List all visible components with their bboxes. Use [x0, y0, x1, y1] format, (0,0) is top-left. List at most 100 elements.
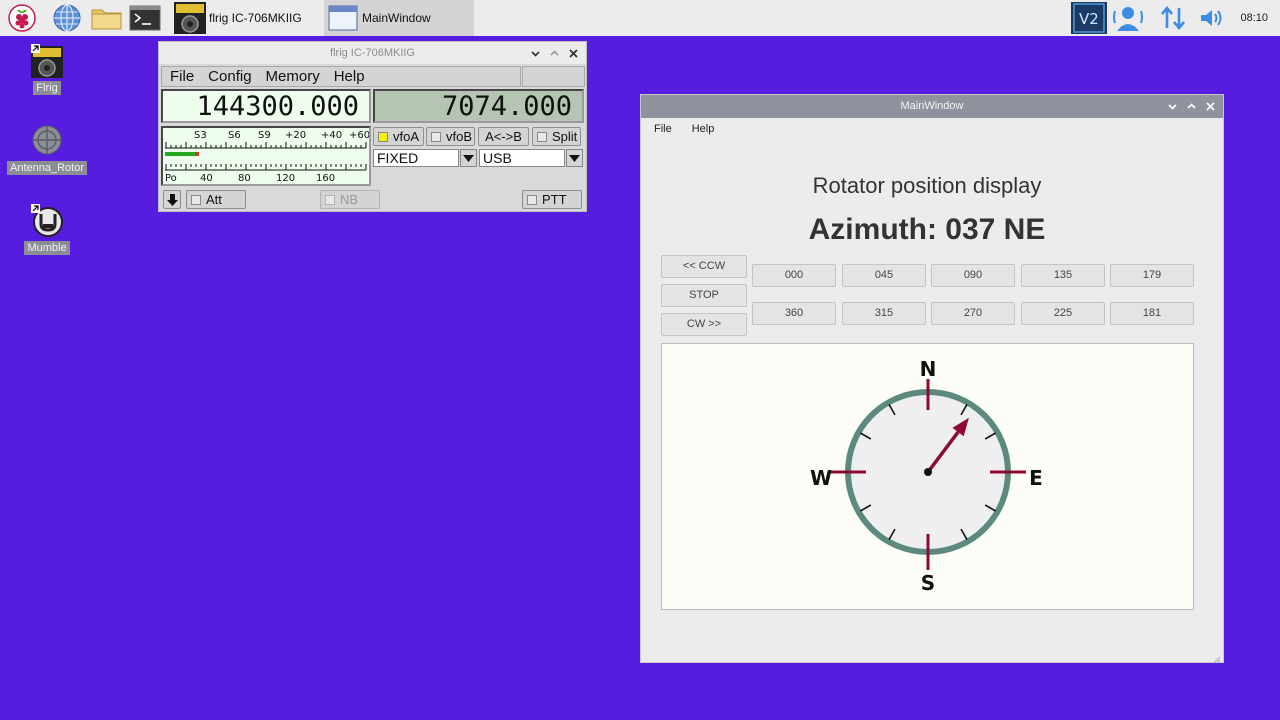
terminal-icon[interactable]: [129, 3, 161, 33]
taskbar-item-mainwindow[interactable]: MainWindow: [324, 0, 474, 36]
flrig-icon: [31, 44, 63, 78]
cardinal-label-w: W: [810, 466, 832, 490]
menu-help[interactable]: Help: [334, 68, 365, 85]
preset-181-button[interactable]: 181: [1110, 302, 1194, 325]
vfoa-label: vfoA: [393, 129, 420, 144]
preset-270-button[interactable]: 270: [931, 302, 1015, 325]
mainwindow-title: MainWindow: [900, 100, 964, 112]
a-to-b-button[interactable]: A<->B: [478, 127, 529, 146]
vnc-icon[interactable]: V2: [1071, 2, 1107, 34]
mumble-icon: [31, 204, 63, 237]
desktop-icon-mumble[interactable]: Mumble: [7, 204, 87, 255]
power-label-160: 160: [316, 173, 335, 184]
preset-135-button[interactable]: 135: [1021, 264, 1105, 287]
power-ticks: [165, 164, 367, 170]
resize-grip[interactable]: [1213, 652, 1221, 664]
taskbar-item-mainwindow-label: MainWindow: [362, 11, 431, 25]
desktop-icon-antenna-rotor-label: Antenna_Rotor: [7, 161, 87, 175]
nb-indicator: [325, 194, 335, 205]
nb-label: NB: [340, 192, 359, 207]
mainwindow-menubar: File Help: [641, 118, 1223, 140]
power-label-120: 120: [276, 173, 295, 184]
ptt-button[interactable]: PTT: [522, 190, 582, 209]
bluetooth-icon[interactable]: [1112, 2, 1144, 34]
page-title: Rotator position display: [812, 173, 1042, 198]
collapse-button[interactable]: [163, 190, 181, 209]
ccw-button[interactable]: << CCW: [661, 255, 747, 278]
close-button[interactable]: [1204, 100, 1217, 113]
svg-text:V2: V2: [1079, 10, 1099, 28]
preset-090-button[interactable]: 090: [931, 264, 1015, 287]
smeter-label-p60: +60: [349, 130, 369, 141]
power-label-80: 80: [238, 173, 251, 184]
nb-button[interactable]: NB: [320, 190, 380, 209]
smeter-peak-bar: [195, 152, 199, 156]
flrig-window: flrig IC-706MKIIG File Config Memory Hel…: [158, 41, 587, 212]
ptt-indicator: [527, 194, 537, 205]
desktop-icon-mumble-label: Mumble: [24, 241, 70, 255]
clock[interactable]: 08:10: [1240, 0, 1268, 36]
mode-select[interactable]: USB: [479, 149, 565, 167]
arrow-down-icon: [167, 193, 178, 206]
close-button[interactable]: [567, 47, 580, 60]
taskbar-item-flrig[interactable]: flrig IC-706MKIIG: [172, 0, 322, 36]
menu-file[interactable]: File: [654, 123, 672, 135]
preset-179-button[interactable]: 179: [1110, 264, 1194, 287]
flrig-title-bar[interactable]: flrig IC-706MKIIG: [159, 42, 586, 64]
menu-memory[interactable]: Memory: [266, 68, 320, 85]
preset-000-button[interactable]: 000: [752, 264, 836, 287]
azimuth-readout: Azimuth: 037 NE: [808, 213, 1046, 246]
menu-help[interactable]: Help: [692, 123, 715, 135]
att-button[interactable]: Att: [186, 190, 246, 209]
power-label-40: 40: [200, 173, 213, 184]
volume-icon[interactable]: [1197, 2, 1227, 34]
cardinal-label-e: E: [1029, 466, 1043, 490]
taskbar: flrig IC-706MKIIG MainWindow V2 08:10: [0, 0, 1280, 36]
bandwidth-dropdown-button[interactable]: [460, 149, 477, 167]
window-app-icon: [327, 2, 359, 34]
maximize-button[interactable]: [1185, 100, 1198, 113]
cw-button[interactable]: CW >>: [661, 313, 747, 336]
mainwindow-title-bar[interactable]: MainWindow: [641, 95, 1223, 118]
split-button[interactable]: Split: [532, 127, 581, 146]
flrig-window-title: flrig IC-706MKIIG: [330, 47, 415, 59]
desktop-icon-flrig[interactable]: Flrig: [7, 44, 87, 95]
vfoa-indicator: [378, 131, 388, 142]
mode-dropdown-button[interactable]: [566, 149, 583, 167]
flrig-menubar: File Config Memory Help: [161, 66, 521, 87]
crosshair-icon: [31, 124, 63, 156]
stop-button[interactable]: STOP: [661, 284, 747, 307]
vfo-b-frequency[interactable]: 7074.000: [373, 89, 584, 123]
taskbar-item-flrig-label: flrig IC-706MKIIG: [209, 11, 302, 25]
vfob-button[interactable]: vfoB: [426, 127, 475, 146]
compass-center: [924, 468, 932, 476]
bandwidth-select[interactable]: FIXED: [373, 149, 459, 167]
maximize-button[interactable]: [548, 47, 561, 60]
preset-360-button[interactable]: 360: [752, 302, 836, 325]
preset-315-button[interactable]: 315: [842, 302, 926, 325]
desktop-icon-antenna-rotor[interactable]: Antenna_Rotor: [7, 124, 87, 175]
raspberry-menu-icon[interactable]: [7, 3, 37, 33]
mainwindow: MainWindow File Help Rotator position di…: [640, 94, 1224, 664]
network-icon[interactable]: [1158, 2, 1188, 34]
minimize-button[interactable]: [529, 47, 542, 60]
chevron-down-icon: [569, 154, 580, 162]
vfoa-button[interactable]: vfoA: [373, 127, 424, 146]
flrig-app-icon: [174, 2, 206, 34]
split-label: Split: [552, 129, 578, 144]
preset-045-button[interactable]: 045: [842, 264, 926, 287]
file-manager-icon[interactable]: [90, 3, 124, 33]
smeter-label-p20: +20: [285, 130, 306, 141]
vfo-a-frequency[interactable]: 144300.000: [161, 89, 371, 123]
flrig-menubar-spacer: [522, 66, 585, 87]
smeter-level-bar: [165, 152, 195, 156]
cardinal-label-n: N: [920, 357, 937, 381]
preset-225-button[interactable]: 225: [1021, 302, 1105, 325]
cardinal-label-s: S: [921, 571, 935, 595]
menu-config[interactable]: Config: [208, 68, 251, 85]
minimize-button[interactable]: [1166, 100, 1179, 113]
att-indicator: [191, 194, 201, 205]
menu-file[interactable]: File: [170, 68, 194, 85]
web-browser-icon[interactable]: [52, 3, 82, 33]
vfob-label: vfoB: [446, 129, 473, 144]
